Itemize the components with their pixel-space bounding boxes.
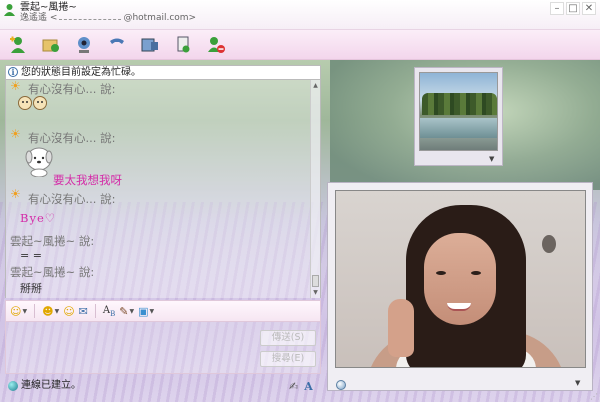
background-icon: ▣ <box>138 304 149 318</box>
message-sender: 雲起~風捲~ 說: <box>10 265 95 279</box>
voice-clip-button[interactable]: ✉ <box>79 303 88 319</box>
font-sub-label: B <box>110 309 116 318</box>
voice-call-button[interactable] <box>107 35 127 55</box>
message-text: 要太我想我呀 <box>53 173 122 187</box>
font-button[interactable]: AB <box>103 303 115 319</box>
nudge-icon: ☺ <box>63 304 75 318</box>
activities-icon <box>141 38 158 51</box>
contact-display-picture[interactable]: ▼ <box>414 67 503 166</box>
nudge-button[interactable]: ☺ <box>63 303 74 319</box>
connection-icon <box>8 381 18 391</box>
sun-icon: ☀ <box>10 80 21 93</box>
minimize-button[interactable]: – <box>550 2 564 15</box>
voice-clip-icon: ✉ <box>78 304 88 318</box>
maximize-button[interactable]: □ <box>566 2 580 15</box>
handwriting-icon[interactable]: ✍ <box>289 380 298 393</box>
wink-button[interactable]: ☻ ▼ <box>42 303 59 319</box>
scroll-up-icon[interactable]: ▲ <box>311 81 320 90</box>
webcam-settings-icon[interactable] <box>336 380 346 390</box>
webcam-panel: ▼ <box>327 182 593 391</box>
video-button[interactable] <box>74 35 94 55</box>
contact-name: 逸遙遙 <box>20 13 48 23</box>
sun-icon: ☀ <box>10 127 21 141</box>
pen-icon: ✎ <box>119 304 129 318</box>
status-info-bar: i 您的狀態目前設定為忙碌。 <box>5 65 321 80</box>
dropdown-arrow-icon: ▼ <box>129 307 135 315</box>
games-icon <box>177 36 190 52</box>
bottom-tools: ✍ A <box>289 380 313 393</box>
font-icon: AB <box>103 305 115 318</box>
send-files-button[interactable] <box>41 35 61 55</box>
connection-status-text: 連線已建立。 <box>21 380 81 391</box>
chevron-down-icon[interactable]: ▼ <box>489 155 494 163</box>
scroll-thumb[interactable] <box>312 275 319 287</box>
chat-history: ☀ 有心沒有心... 說: ☀ 有心沒有心... 說: 要太我想我呀 ☀ 有心沒… <box>5 80 321 298</box>
emoticon-button[interactable]: ☺ ▼ <box>10 303 27 319</box>
window-title: 雲起~風捲~ <box>20 2 77 13</box>
search-button[interactable]: 搜尋(E) <box>260 351 316 367</box>
email-open-bracket: < <box>49 13 58 23</box>
message-sender: 雲起~風捲~ 說: <box>10 234 95 248</box>
dropdown-arrow-icon: ▼ <box>22 307 28 315</box>
message-sender: 有心沒有心... 說: <box>28 131 116 145</box>
redacted-email <box>59 14 122 20</box>
chat-scrollbar[interactable]: ▲ ▼ <box>310 80 320 298</box>
games-button[interactable] <box>173 35 193 55</box>
bears-emoticon-icon <box>18 96 47 110</box>
connection-status: 連線已建立。 <box>5 378 321 394</box>
resize-grip-icon[interactable]: ⋰ <box>590 392 598 401</box>
invite-button[interactable] <box>8 35 28 55</box>
messenger-icon <box>4 4 15 16</box>
window-controls: – □ ✕ <box>550 2 596 15</box>
scroll-down-icon[interactable]: ▼ <box>311 288 320 297</box>
title-bar: 雲起~風捲~ 逸遙遙 < @hotmail.com> – □ ✕ <box>0 0 600 30</box>
invite-icon <box>10 36 25 53</box>
close-button[interactable]: ✕ <box>582 2 596 15</box>
sun-icon: ☀ <box>10 187 21 201</box>
webcam-icon <box>78 36 90 53</box>
message-sender: 有心沒有心... 說: <box>28 192 116 206</box>
contact-email: @hotmail.com <box>123 13 189 23</box>
chevron-down-icon[interactable]: ▼ <box>575 379 580 387</box>
window-subtitle: 逸遙遙 < @hotmail.com> <box>20 13 197 23</box>
smiley-icon: ☺ <box>10 304 22 318</box>
info-icon: i <box>8 67 18 77</box>
puppy-emoticon-icon <box>25 147 53 177</box>
background-button[interactable]: ▣ ▼ <box>138 303 154 319</box>
dropdown-arrow-icon: ▼ <box>149 307 155 315</box>
format-toolbar: ☺ ▼ ☻ ▼ ☺ ✉ AB ✎ ▼ ▣ ▼ <box>5 300 321 322</box>
pen-button[interactable]: ✎ ▼ <box>119 303 134 319</box>
message-text: Bye♡ <box>20 211 57 225</box>
block-button[interactable] <box>206 35 226 55</box>
message-text: 掰掰 <box>20 282 42 295</box>
phone-icon <box>110 38 124 44</box>
main-toolbar <box>0 30 600 60</box>
message-text: = = <box>20 249 42 262</box>
status-info-text: 您的狀態目前設定為忙碌。 <box>21 67 141 78</box>
wink-icon: ☻ <box>42 304 54 318</box>
text-mode-icon[interactable]: A <box>304 380 313 393</box>
send-files-icon <box>42 39 59 52</box>
webcam-video <box>335 190 586 368</box>
dropdown-arrow-icon: ▼ <box>54 307 60 315</box>
activities-button[interactable] <box>140 35 160 55</box>
send-button[interactable]: 傳送(S) <box>260 330 316 346</box>
block-icon <box>208 36 225 53</box>
display-picture-image <box>419 72 498 151</box>
